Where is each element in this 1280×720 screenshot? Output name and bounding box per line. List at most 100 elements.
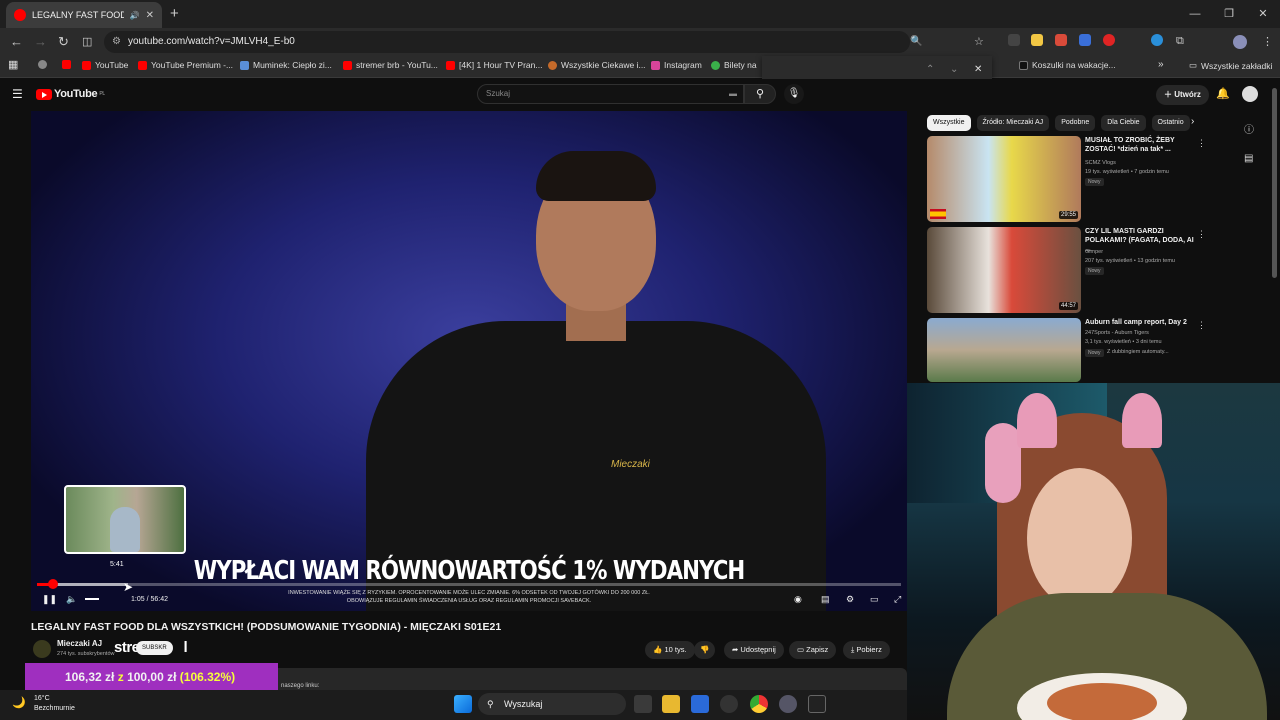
find-next-button[interactable]: ⌄ [950, 64, 958, 75]
recommendation-item[interactable]: Auburn fall camp report, Day 2 247Sports… [927, 318, 1206, 382]
search-button[interactable]: ⚲ [744, 84, 776, 104]
bookmark-wszystkie-ciekawe[interactable]: Wszystkie Ciekawe i... [548, 60, 646, 70]
profile-avatar[interactable] [1233, 35, 1247, 49]
bookmark-icon[interactable] [62, 60, 71, 69]
bookmark-instagram[interactable]: Instagram [651, 60, 702, 70]
app-icon[interactable] [720, 695, 738, 713]
youtube-logo[interactable]: YouTube PL [36, 88, 105, 100]
settings-gear-icon[interactable]: ⚙ [846, 594, 854, 605]
url-field[interactable]: ⚙ youtube.com/watch?v=JMLVH4_E-b0 [104, 31, 910, 53]
file-explorer-icon[interactable] [662, 695, 680, 713]
close-window-button[interactable]: ✕ [1246, 0, 1280, 28]
recommendation-channel[interactable]: SCMZ Vlogs [1085, 160, 1116, 166]
recommendation-thumbnail[interactable]: 29:55 [927, 136, 1081, 222]
subtitles-icon[interactable]: ▤ [821, 594, 830, 605]
dislike-button[interactable]: 👎 [694, 641, 716, 659]
taskbar-search[interactable]: ⚲ Wyszukaj [478, 693, 626, 715]
extension-icon[interactable] [1103, 34, 1115, 46]
chip-for-you[interactable]: Dla Ciebie [1101, 115, 1146, 131]
notifications-bell-icon[interactable]: 🔔 [1216, 87, 1230, 100]
account-avatar[interactable] [1242, 86, 1258, 102]
subscribe-button[interactable]: SUBSKR [136, 641, 173, 655]
bookmark-bilety[interactable]: Bilety na [711, 60, 757, 70]
settings-icon[interactable] [779, 695, 797, 713]
reload-button[interactable]: ↻ [58, 34, 69, 50]
more-options-icon[interactable]: ⋮ [1197, 229, 1206, 240]
bookmark-star-icon[interactable]: ☆ [974, 35, 984, 48]
save-button[interactable]: ▭ Zapisz [789, 641, 837, 659]
chips-next-icon[interactable]: › [1191, 116, 1194, 127]
recommendation-thumbnail[interactable] [927, 318, 1081, 382]
extension-icon[interactable] [1151, 34, 1163, 46]
forward-button[interactable]: → [34, 34, 47, 49]
recommendation-title[interactable]: Auburn fall camp report, Day 2 [1085, 318, 1195, 327]
bookmark-youtube-premium[interactable]: YouTube Premium -... [138, 60, 233, 70]
keyboard-icon[interactable]: ▬ [729, 85, 737, 103]
more-bookmarks-button[interactable]: » [1158, 59, 1164, 70]
start-windows-icon[interactable] [454, 695, 472, 713]
bookmark-tv-pranks[interactable]: [4K] 1 Hour TV Pran... [446, 60, 542, 70]
extension-icon[interactable] [1008, 34, 1020, 46]
voice-search-button[interactable]: 🎙 [784, 84, 804, 104]
weather-widget[interactable]: 🌙 16°C Bezchmurnie [12, 694, 75, 714]
tab-close-button[interactable]: ✕ [146, 10, 154, 21]
channel-avatar[interactable] [33, 640, 51, 658]
back-button[interactable]: ← [10, 34, 23, 49]
store-icon[interactable] [691, 695, 709, 713]
recommendation-title[interactable]: MUSIAŁ TO ZROBIĆ, ŻEBY ZOSTAĆ! *dzień na… [1085, 136, 1195, 154]
volume-slider[interactable] [85, 598, 99, 600]
terminal-icon[interactable] [808, 695, 826, 713]
extension-icon[interactable] [1079, 34, 1091, 46]
create-button[interactable]: ＋ Utwórz [1156, 85, 1209, 105]
search-input[interactable]: Szukaj ▬ [477, 84, 744, 104]
extension-icon[interactable] [1055, 34, 1067, 46]
channel-name[interactable]: Mieczaki AJ [57, 639, 102, 648]
find-previous-button[interactable]: ⌃ [926, 64, 934, 75]
recommendation-channel[interactable]: Gimper [1085, 249, 1103, 255]
like-button[interactable]: 👍 10 tys. [645, 641, 695, 659]
find-close-button[interactable]: ✕ [974, 64, 982, 75]
bookmark-koszulki[interactable]: Koszulki na wakacje... [1019, 60, 1116, 70]
more-options-icon[interactable]: ⋮ [1197, 138, 1206, 149]
restore-button[interactable]: ❐ [1212, 0, 1246, 28]
pause-icon[interactable]: ❚❚ [42, 594, 57, 605]
reading-view-icon[interactable]: ◫ [82, 35, 92, 48]
apps-grid-icon[interactable]: ▦ [8, 58, 18, 71]
bookmark-icon[interactable] [38, 60, 47, 69]
recommendation-thumbnail[interactable]: 44:57 [927, 227, 1081, 313]
bookmark-stremer-brb[interactable]: stremer brb - YouTu... [343, 60, 438, 70]
all-bookmarks-folder[interactable]: ▭ Wszystkie zakładki [1189, 60, 1272, 71]
task-view-icon[interactable] [634, 695, 652, 713]
download-button[interactable]: ⤓ Pobierz [843, 641, 890, 659]
bookmark-muminek[interactable]: Muminek: Ciepło zi... [240, 60, 332, 70]
extension-icon[interactable] [1031, 34, 1043, 46]
volume-icon[interactable]: 🔈 [66, 594, 77, 605]
chip-related[interactable]: Podobne [1055, 115, 1096, 131]
tab-active[interactable]: LEGALNY FAST FOOD DLA 🔊 ✕ [6, 2, 162, 28]
more-options-icon[interactable]: ⋮ [1197, 320, 1206, 331]
menu-icon[interactable]: ⋮ [1262, 35, 1273, 48]
chat-icon[interactable]: ▤ [1244, 153, 1253, 164]
new-tab-button[interactable]: + [170, 5, 179, 22]
autoplay-toggle-icon[interactable]: ◉ [794, 594, 802, 605]
page-scrollbar[interactable] [1272, 88, 1277, 278]
bookmark-youtube[interactable]: YouTube [82, 60, 128, 70]
info-icon[interactable]: ⓘ [1244, 121, 1254, 136]
speaker-icon[interactable]: 🔊 [130, 11, 140, 20]
miniplayer-icon[interactable]: ▭ [870, 594, 879, 605]
recommendation-item[interactable]: 44:57 CZY LIL MASTI GARDZI POLAKAMI? (FA… [927, 227, 1206, 313]
chip-recent[interactable]: Ostatnio [1151, 115, 1190, 131]
chrome-icon[interactable] [750, 695, 768, 713]
chip-source[interactable]: Źródło: Mieczaki AJ [976, 115, 1050, 131]
fullscreen-icon[interactable]: ⤢ [894, 594, 901, 605]
zoom-icon[interactable]: 🔍 [910, 36, 922, 47]
hamburger-menu-icon[interactable]: ☰ [12, 87, 23, 101]
minimize-button[interactable]: — [1178, 0, 1212, 28]
recommendation-item[interactable]: 29:55 MUSIAŁ TO ZROBIĆ, ŻEBY ZOSTAĆ! *dz… [927, 136, 1206, 222]
site-info-icon[interactable]: ⚙ [112, 31, 121, 53]
recommendation-channel[interactable]: 247Sports - Auburn Tigers [1085, 330, 1149, 336]
share-button[interactable]: ➦ Udostępnij [724, 641, 784, 659]
extensions-icon[interactable]: ⧉ [1176, 35, 1184, 48]
progress-bar[interactable] [37, 579, 901, 589]
chip-all[interactable]: Wszystkie [927, 115, 971, 131]
